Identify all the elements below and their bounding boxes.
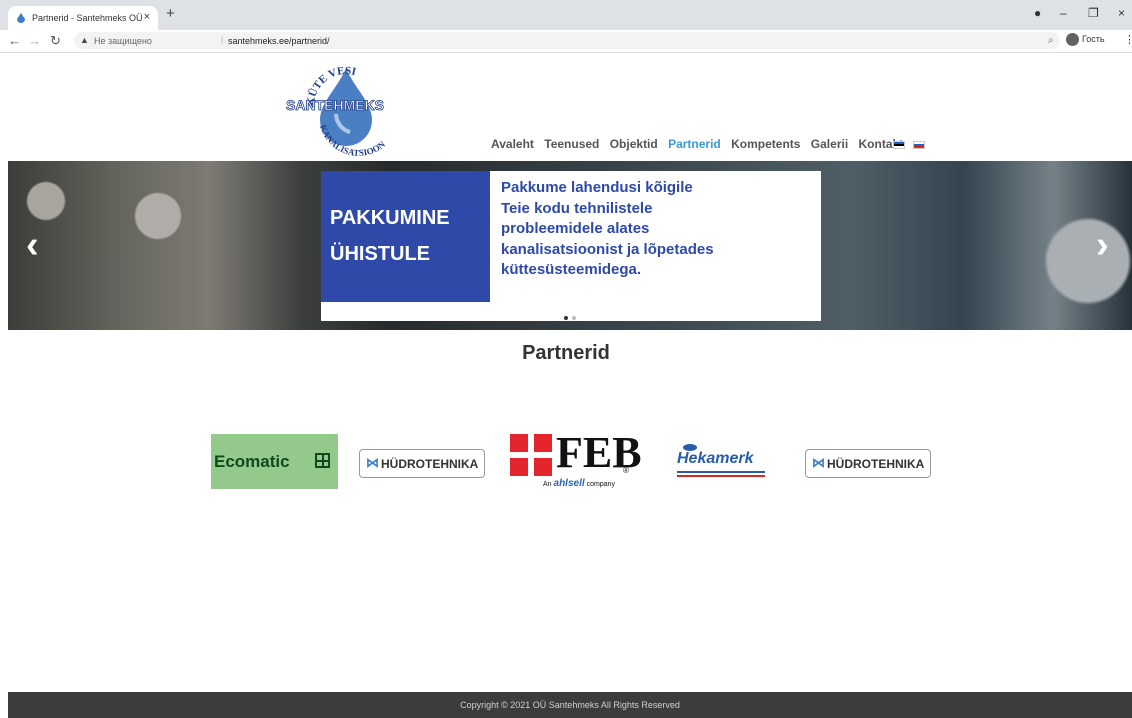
url-separator: |: [221, 34, 224, 44]
partner-logo-hudrotehnika[interactable]: ⋈ HÜDROTEHNIKA: [359, 449, 485, 478]
browser-tab-bar: Partnerid - Santehmeks OÜ × + ● – ❐ ×: [0, 0, 1132, 30]
slide-banner: PAKKUMINE ÜHISTULE Pakkume lahendusi kõi…: [321, 171, 821, 321]
partner-name: HÜDROTEHNIKA: [827, 457, 925, 471]
nav-item-kompetents[interactable]: Kompetents: [731, 137, 800, 151]
nav-item-objektid[interactable]: Objektid: [610, 137, 658, 151]
feb-grid-icon: [510, 434, 552, 476]
feb-sub-prefix: An: [543, 481, 552, 488]
minimize-button[interactable]: –: [1060, 6, 1067, 20]
reload-icon[interactable]: ↻: [50, 33, 61, 49]
nav-item-avaleht[interactable]: Avaleht: [491, 137, 534, 151]
new-tab-button[interactable]: +: [166, 5, 175, 22]
not-secure-label: Не защищено: [94, 36, 152, 46]
hekamerk-underline-blue: [677, 471, 765, 473]
profile-icon: [1066, 33, 1079, 46]
back-icon[interactable]: ←: [8, 33, 21, 48]
hekamerk-underline-red: [677, 475, 765, 477]
feb-subtitle: An ahlsell company: [543, 478, 615, 489]
restore-button[interactable]: ❐: [1088, 6, 1099, 20]
partner-logo-ecomatic[interactable]: Ecomatic: [211, 434, 338, 489]
url-field[interactable]: ▲ Не защищено | santehmeks.ee/partnerid/: [74, 32, 1060, 49]
nav-item-galerii[interactable]: Galerii: [811, 137, 848, 151]
language-switcher: [893, 141, 929, 159]
feb-sub-suffix: company: [586, 481, 616, 488]
partner-name: Hekamerk: [677, 450, 754, 467]
zoom-icon[interactable]: ⌕: [1048, 35, 1054, 46]
slide-headline-line1: PAKKUMINE: [330, 207, 450, 229]
estonian-flag-icon[interactable]: [893, 141, 905, 149]
ahlsell-brand: ahlsell: [553, 478, 585, 489]
slider-dot-1[interactable]: [564, 316, 568, 320]
hudrotehnika-mark-icon: ⋈: [366, 455, 379, 470]
slide-text-line: Pakkume lahendusi kõigile: [501, 179, 693, 196]
browser-tab[interactable]: Partnerid - Santehmeks OÜ ×: [8, 6, 158, 30]
partner-logo-feb[interactable]: FEB ® An ahlsell company: [508, 430, 642, 492]
profile-button[interactable]: Гость: [1066, 33, 1105, 46]
favicon-icon: [17, 13, 25, 23]
slide-text: Pakkume lahendusi kõigile Teie kodu tehn…: [501, 178, 811, 281]
slider-next-icon[interactable]: ›: [1096, 224, 1109, 267]
russian-flag-icon[interactable]: [913, 141, 926, 149]
address-bar: ← → ↻ ▲ Не защищено | santehmeks.ee/part…: [0, 30, 1132, 53]
registered-mark: ®: [623, 466, 629, 475]
slider-prev-icon[interactable]: ‹: [26, 224, 39, 267]
profile-label: Гость: [1082, 33, 1105, 44]
close-window-button[interactable]: ×: [1118, 6, 1125, 20]
slide-headline-box: PAKKUMINE ÜHISTULE: [321, 171, 490, 302]
copyright-text: Copyright © 2021 OÜ Santehmeks All Right…: [460, 700, 680, 710]
slide-text-line: probleemidele alates: [501, 220, 650, 237]
hudrotehnika-mark-icon: ⋈: [812, 455, 825, 470]
main-nav: Avaleht Teenused Objektid Partnerid Komp…: [491, 137, 910, 151]
partner-logo-hudrotehnika[interactable]: ⋈ HÜDROTEHNIKA: [805, 449, 931, 478]
tab-close-icon[interactable]: ×: [144, 11, 150, 23]
site-logo[interactable]: KÜTE VESI SANTEHMEKS KANALISATSIOON: [284, 62, 408, 158]
tab-title: Partnerid - Santehmeks OÜ: [32, 13, 143, 23]
page-title: Partnerid: [522, 342, 610, 364]
logo-name: SANTEHMEKS: [286, 97, 384, 113]
slide-text-line: kanalisatsioonist ja lõpetades: [501, 240, 714, 258]
partner-name: Ecomatic: [214, 452, 290, 471]
profile-dot-icon[interactable]: ●: [1034, 6, 1041, 20]
partner-name: HÜDROTEHNIKA: [381, 457, 479, 471]
slider-dot-2[interactable]: [572, 316, 576, 320]
slide-text-line: küttesüsteemidega.: [501, 261, 642, 278]
nav-item-partnerid[interactable]: Partnerid: [668, 137, 721, 151]
nav-item-teenused[interactable]: Teenused: [544, 137, 599, 151]
slide-headline-line2: ÜHISTULE: [330, 243, 430, 265]
slide-text-line: Teie kodu tehnilistele: [501, 199, 653, 217]
url-text[interactable]: santehmeks.ee/partnerid/: [228, 36, 330, 46]
menu-icon[interactable]: ⋮: [1124, 33, 1132, 46]
footer: Copyright © 2021 OÜ Santehmeks All Right…: [8, 692, 1132, 718]
window-grid-icon: [315, 453, 330, 468]
slider-dots: [564, 307, 580, 325]
partner-logo-hekamerk[interactable]: Hekamerk: [675, 442, 771, 482]
forward-icon[interactable]: →: [28, 33, 41, 48]
warning-icon: ▲: [80, 35, 89, 45]
